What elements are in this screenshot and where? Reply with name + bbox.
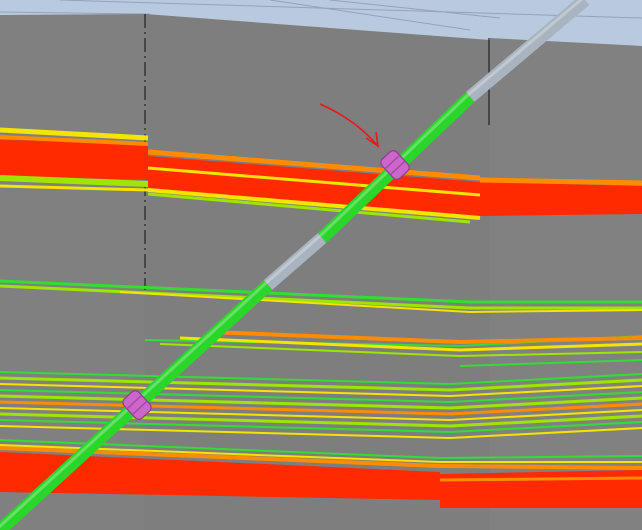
horizon-upper-right-orange	[479, 177, 642, 186]
3d-viewport[interactable]	[0, 0, 642, 530]
horizon-bottom-right-orange	[439, 476, 642, 482]
horizon-upper-right-red	[480, 182, 642, 216]
horizon-bottom-right-red	[440, 470, 642, 508]
horizon-upper-left-red	[0, 140, 148, 180]
3d-scene[interactable]	[0, 0, 642, 530]
